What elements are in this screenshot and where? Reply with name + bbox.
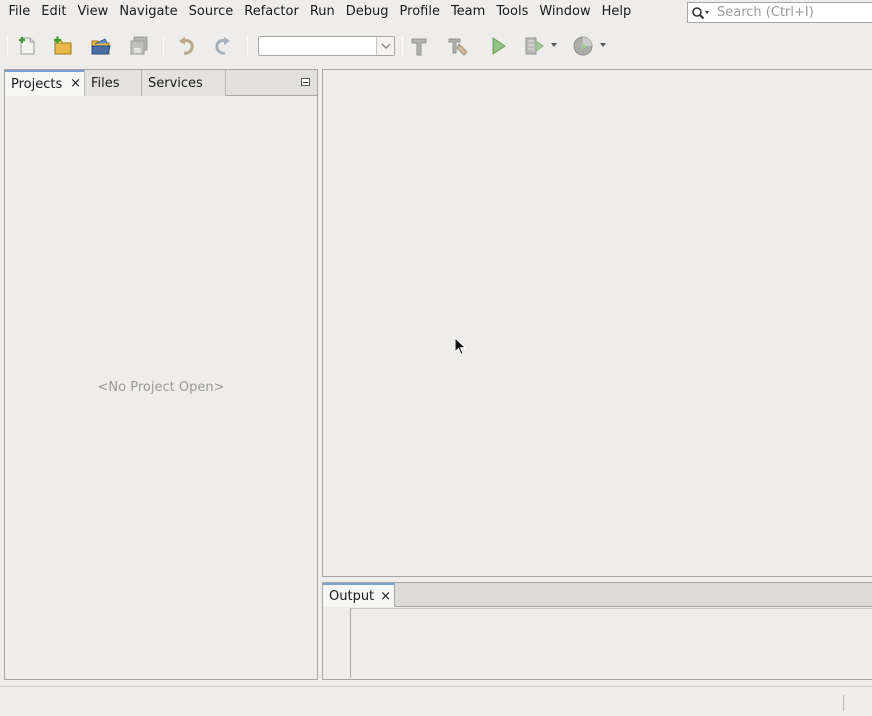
quick-search-box[interactable]: Search (Ctrl+I) [687, 2, 872, 23]
minimize-icon[interactable] [301, 78, 310, 86]
tab-projects[interactable]: Projects × [5, 70, 85, 96]
undo-icon[interactable] [172, 33, 200, 59]
empty-project-message: <No Project Open> [97, 380, 225, 395]
search-input[interactable]: Search (Ctrl+I) [714, 5, 814, 20]
toolbar-separator [7, 36, 8, 56]
tab-label: Files [91, 75, 120, 91]
chevron-down-icon[interactable] [376, 37, 394, 55]
menu-debug[interactable]: Debug [340, 0, 394, 24]
debug-icon[interactable] [520, 33, 548, 59]
profile-icon[interactable] [569, 33, 597, 59]
search-icon[interactable] [688, 3, 714, 22]
debug-dropdown-arrow[interactable] [551, 43, 557, 47]
menu-tools[interactable]: Tools [491, 0, 534, 24]
main-toolbar [0, 28, 872, 64]
toolbar-separator [402, 36, 403, 56]
editor-area[interactable] [322, 69, 872, 577]
menu-source[interactable]: Source [183, 0, 239, 24]
status-bar [0, 686, 872, 716]
mouse-cursor-icon [454, 336, 468, 361]
tab-output[interactable]: Output × [323, 583, 395, 607]
menu-edit[interactable]: Edit [36, 0, 72, 24]
menu-team[interactable]: Team [445, 0, 490, 24]
hammer-icon[interactable] [405, 33, 433, 59]
close-icon[interactable]: × [70, 77, 81, 90]
tab-files[interactable]: Files [85, 70, 142, 96]
run-icon[interactable] [484, 33, 512, 59]
output-panel: Output × [322, 582, 872, 680]
menu-window[interactable]: Window [534, 0, 596, 24]
new-project-icon[interactable] [49, 33, 77, 59]
profile-dropdown-arrow[interactable] [600, 43, 606, 47]
project-configuration-select[interactable] [258, 36, 395, 56]
menu-help[interactable]: Help [596, 0, 637, 24]
toolbar-separator [163, 36, 164, 56]
status-separator [843, 695, 844, 711]
menu-file[interactable]: File [3, 0, 36, 24]
projects-panel: Projects × Files Services <No Project Op… [4, 69, 318, 680]
menu-view[interactable]: View [72, 0, 114, 24]
save-all-icon[interactable] [125, 33, 153, 59]
menu-run[interactable]: Run [304, 0, 340, 24]
open-project-icon[interactable] [87, 33, 115, 59]
projects-tabstrip: Projects × Files Services [5, 70, 317, 96]
redo-icon[interactable] [209, 33, 237, 59]
toolbar-separator [247, 36, 248, 56]
close-icon[interactable]: × [380, 590, 391, 603]
tab-label: Projects [11, 76, 63, 92]
output-tabstrip: Output × [323, 583, 872, 607]
menu-navigate[interactable]: Navigate [114, 0, 183, 24]
clean-build-icon[interactable] [444, 33, 472, 59]
menu-profile[interactable]: Profile [394, 0, 445, 24]
output-content[interactable] [350, 608, 872, 678]
tab-services[interactable]: Services [142, 70, 226, 96]
new-file-icon[interactable] [13, 33, 41, 59]
menu-refactor[interactable]: Refactor [239, 0, 305, 24]
tab-label: Services [148, 75, 203, 91]
tab-label: Output [329, 588, 375, 604]
